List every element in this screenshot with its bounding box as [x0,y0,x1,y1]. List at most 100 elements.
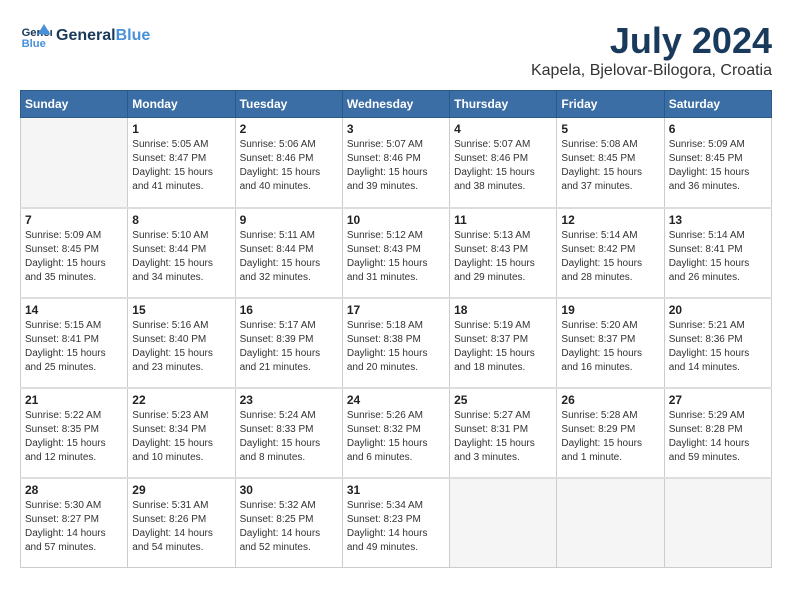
day-info: Sunrise: 5:11 AM Sunset: 8:44 PM Dayligh… [240,229,338,285]
day-number: 19 [561,303,659,317]
day-info: Sunrise: 5:31 AM Sunset: 8:26 PM Dayligh… [132,499,230,555]
day-number: 23 [240,393,338,407]
table-row [557,478,664,568]
table-row [21,118,128,208]
col-friday: Friday [557,91,664,118]
table-row: 24 Sunrise: 5:26 AM Sunset: 8:32 PM Dayli… [342,388,449,478]
table-row: 15Sunrise: 5:16 AM Sunset: 8:40 PM Dayli… [128,298,235,388]
day-number: 11 [454,213,552,227]
logo-general: General [56,27,116,45]
day-number: 2 [240,122,338,136]
col-monday: Monday [128,91,235,118]
logo: General Blue GeneralBlue [20,20,150,52]
table-row: 17Sunrise: 5:18 AM Sunset: 8:38 PM Dayli… [342,298,449,388]
table-row: 11 Sunrise: 5:13 AM Sunset: 8:43 PM Dayli… [450,208,557,298]
day-info: Sunrise: 5:30 AM Sunset: 8:27 PM Dayligh… [25,499,123,555]
day-number: 22 [132,393,230,407]
day-number: 28 [25,483,123,497]
header: General Blue GeneralBlue July 2024 Kapel… [20,20,772,80]
table-row: 13 Sunrise: 5:14 AM Sunset: 8:41 PM Dayli… [664,208,771,298]
day-info: Sunrise: 5:06 AM Sunset: 8:46 PM Dayligh… [240,138,338,194]
location-title: Kapela, Bjelovar-Bilogora, Croatia [531,62,772,80]
week-row-3: 14 Sunrise: 5:15 AM Sunset: 8:41 PM Dayli… [21,298,772,388]
svg-text:Blue: Blue [22,38,46,50]
day-number: 13 [669,213,767,227]
day-number: 27 [669,393,767,407]
day-number: 18 [454,303,552,317]
day-info: Sunrise: 5:23 AM Sunset: 8:34 PM Dayligh… [132,409,230,465]
week-row-5: 28 Sunrise: 5:30 AM Sunset: 8:27 PM Dayli… [21,478,772,568]
day-info: Sunrise: 5:32 AM Sunset: 8:25 PM Dayligh… [240,499,338,555]
table-row: 25 Sunrise: 5:27 AM Sunset: 8:31 PM Dayli… [450,388,557,478]
day-number: 14 [25,303,123,317]
day-info: Sunrise: 5:26 AM Sunset: 8:32 PM Dayligh… [347,409,445,465]
day-number: 4 [454,122,552,136]
day-info: Sunrise: 5:27 AM Sunset: 8:31 PM Dayligh… [454,409,552,465]
table-row: 18Sunrise: 5:19 AM Sunset: 8:37 PM Dayli… [450,298,557,388]
day-info: Sunrise: 5:17 AM Sunset: 8:39 PM Dayligh… [240,319,338,375]
day-info: Sunrise: 5:20 AM Sunset: 8:37 PM Dayligh… [561,319,659,375]
table-row: 27 Sunrise: 5:29 AM Sunset: 8:28 PM Dayli… [664,388,771,478]
col-saturday: Saturday [664,91,771,118]
day-number: 30 [240,483,338,497]
table-row: 7Sunrise: 5:09 AM Sunset: 8:45 PM Daylig… [21,208,128,298]
table-row: 9 Sunrise: 5:11 AM Sunset: 8:44 PM Daylig… [235,208,342,298]
col-thursday: Thursday [450,91,557,118]
day-info: Sunrise: 5:21 AM Sunset: 8:36 PM Dayligh… [669,319,767,375]
day-number: 31 [347,483,445,497]
calendar: Sunday Monday Tuesday Wednesday Thursday… [20,90,772,568]
day-info: Sunrise: 5:09 AM Sunset: 8:45 PM Dayligh… [669,138,767,194]
day-number: 17 [347,303,445,317]
day-number: 24 [347,393,445,407]
month-title: July 2024 [531,20,772,62]
table-row: 8 Sunrise: 5:10 AM Sunset: 8:44 PM Daylig… [128,208,235,298]
day-number: 9 [240,213,338,227]
day-info: Sunrise: 5:05 AM Sunset: 8:47 PM Dayligh… [132,138,230,194]
table-row: 6Sunrise: 5:09 AM Sunset: 8:45 PM Daylig… [664,118,771,208]
day-info: Sunrise: 5:14 AM Sunset: 8:41 PM Dayligh… [669,229,767,285]
table-row [664,478,771,568]
table-row: 14 Sunrise: 5:15 AM Sunset: 8:41 PM Dayli… [21,298,128,388]
table-row: 3Sunrise: 5:07 AM Sunset: 8:46 PM Daylig… [342,118,449,208]
week-row-2: 7Sunrise: 5:09 AM Sunset: 8:45 PM Daylig… [21,208,772,298]
day-number: 20 [669,303,767,317]
week-row-4: 21Sunrise: 5:22 AM Sunset: 8:35 PM Dayli… [21,388,772,478]
col-tuesday: Tuesday [235,91,342,118]
table-row: 19 Sunrise: 5:20 AM Sunset: 8:37 PM Dayli… [557,298,664,388]
day-number: 12 [561,213,659,227]
day-info: Sunrise: 5:29 AM Sunset: 8:28 PM Dayligh… [669,409,767,465]
day-number: 26 [561,393,659,407]
calendar-header-row: Sunday Monday Tuesday Wednesday Thursday… [21,91,772,118]
table-row: 16 Sunrise: 5:17 AM Sunset: 8:39 PM Dayli… [235,298,342,388]
day-number: 25 [454,393,552,407]
table-row: 2 Sunrise: 5:06 AM Sunset: 8:46 PM Daylig… [235,118,342,208]
day-number: 16 [240,303,338,317]
day-info: Sunrise: 5:12 AM Sunset: 8:43 PM Dayligh… [347,229,445,285]
day-info: Sunrise: 5:28 AM Sunset: 8:29 PM Dayligh… [561,409,659,465]
day-info: Sunrise: 5:15 AM Sunset: 8:41 PM Dayligh… [25,319,123,375]
day-number: 3 [347,122,445,136]
day-number: 29 [132,483,230,497]
title-area: July 2024 Kapela, Bjelovar-Bilogora, Cro… [531,20,772,80]
day-info: Sunrise: 5:10 AM Sunset: 8:44 PM Dayligh… [132,229,230,285]
table-row: 5 Sunrise: 5:08 AM Sunset: 8:45 PM Daylig… [557,118,664,208]
day-info: Sunrise: 5:07 AM Sunset: 8:46 PM Dayligh… [454,138,552,194]
table-row: 4 Sunrise: 5:07 AM Sunset: 8:46 PM Daylig… [450,118,557,208]
table-row: 22 Sunrise: 5:23 AM Sunset: 8:34 PM Dayli… [128,388,235,478]
day-number: 10 [347,213,445,227]
col-wednesday: Wednesday [342,91,449,118]
table-row: 20 Sunrise: 5:21 AM Sunset: 8:36 PM Dayli… [664,298,771,388]
table-row: 12Sunrise: 5:14 AM Sunset: 8:42 PM Dayli… [557,208,664,298]
day-info: Sunrise: 5:13 AM Sunset: 8:43 PM Dayligh… [454,229,552,285]
table-row [450,478,557,568]
table-row: 23Sunrise: 5:24 AM Sunset: 8:33 PM Dayli… [235,388,342,478]
day-info: Sunrise: 5:08 AM Sunset: 8:45 PM Dayligh… [561,138,659,194]
col-sunday: Sunday [21,91,128,118]
day-number: 7 [25,213,123,227]
table-row: 1Sunrise: 5:05 AM Sunset: 8:47 PM Daylig… [128,118,235,208]
day-number: 8 [132,213,230,227]
table-row: 31 Sunrise: 5:34 AM Sunset: 8:23 PM Dayli… [342,478,449,568]
day-number: 5 [561,122,659,136]
day-info: Sunrise: 5:34 AM Sunset: 8:23 PM Dayligh… [347,499,445,555]
table-row: 29 Sunrise: 5:31 AM Sunset: 8:26 PM Dayli… [128,478,235,568]
